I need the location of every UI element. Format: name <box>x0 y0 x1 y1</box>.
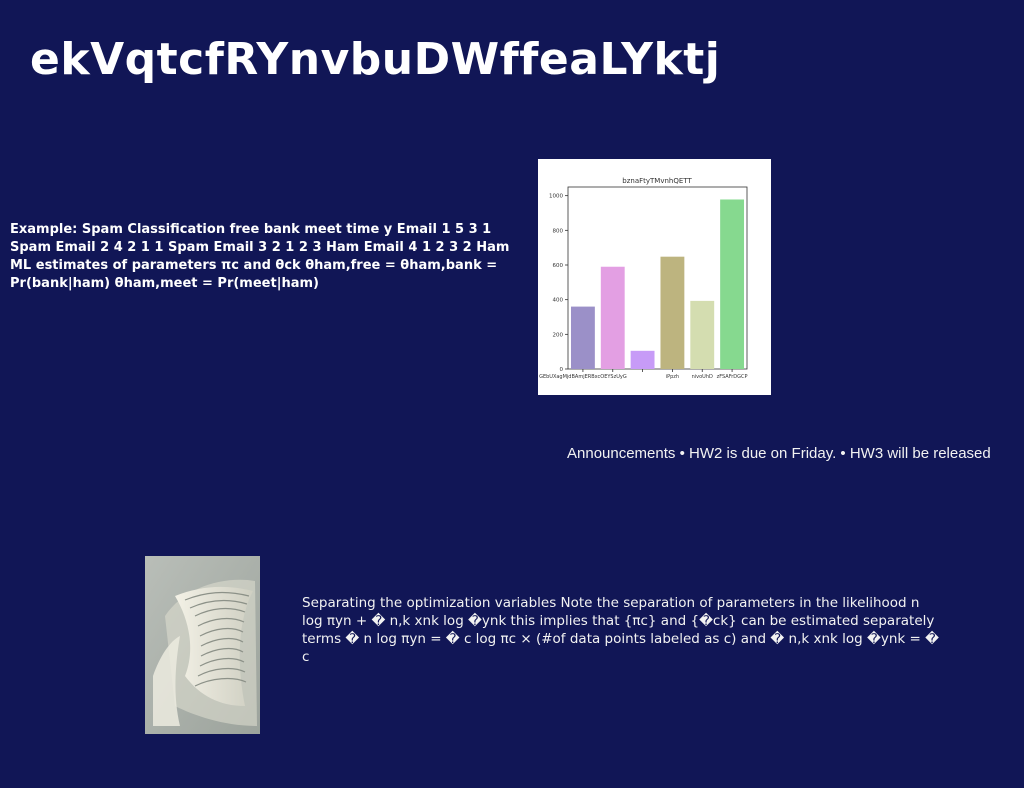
y-tick-label: 800 <box>553 228 564 234</box>
abstract-sculpture-photo <box>145 556 260 734</box>
y-tick-label: 1000 <box>549 194 563 200</box>
bar <box>570 306 595 369</box>
separation-text: Separating the optimization variables No… <box>302 595 939 665</box>
sculpture-image <box>145 556 260 734</box>
x-tick-label: GEbUXagMjdBAmjERBxcOEYSzUyG <box>539 374 627 380</box>
bar <box>600 266 625 369</box>
y-tick-label: 200 <box>553 332 564 338</box>
bar-chart-svg: bznaFtyTMvnhQETT 0 200 400 600 800 1000 GEbUXa… <box>538 159 771 395</box>
page-title: ekVqtcfRYnvbuDWffeaLYktj <box>30 34 721 85</box>
bar <box>660 256 685 369</box>
example-text: Example: Spam Classification free bank m… <box>10 222 510 291</box>
y-tick-label: 0 <box>560 367 564 373</box>
bar-chart: bznaFtyTMvnhQETT 0 200 400 600 800 1000 GEbUXa… <box>538 159 771 395</box>
x-tick-label: iPpzh <box>666 374 679 380</box>
y-tick-label: 600 <box>553 263 564 269</box>
bar <box>630 350 655 369</box>
bar <box>690 300 715 369</box>
announcement-text: Announcements • HW2 is due on Friday. • … <box>567 445 991 462</box>
chart-title: bznaFtyTMvnhQETT <box>622 177 692 185</box>
y-tick-label: 400 <box>553 298 564 304</box>
x-tick-label: zFSAFrDGCP <box>717 374 748 380</box>
x-tick-label: nivoUhD <box>692 374 713 380</box>
bar <box>720 199 745 369</box>
